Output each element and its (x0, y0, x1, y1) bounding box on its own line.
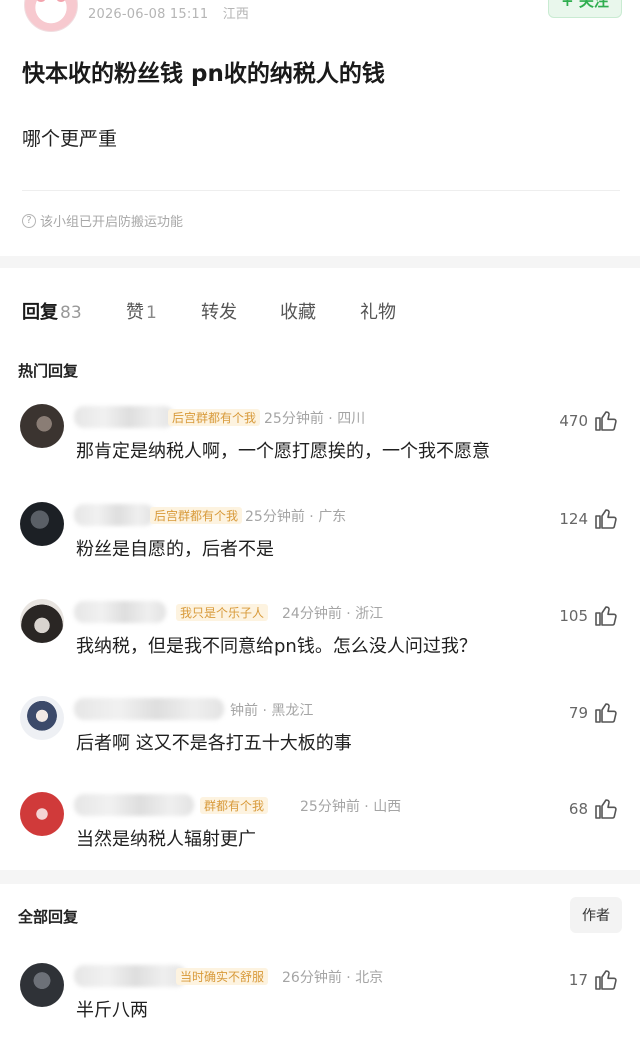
comment-location: 山西 (373, 799, 402, 815)
comment-text: 后者啊 这又不是各打五十大板的事 (76, 733, 352, 754)
avatar[interactable] (20, 696, 64, 740)
tab-label: 赞 (126, 302, 144, 323)
comment-meta: 26分钟前 · 北京 (282, 970, 384, 986)
username-blurred (74, 965, 186, 987)
tab-label: 回复 (22, 302, 58, 323)
comment-text: 我纳税，但是我不同意给pn钱。怎么没人问过我？ (76, 636, 477, 657)
like-count: 105 (559, 607, 588, 625)
like-count: 17 (568, 971, 588, 989)
question-circle-icon: ? (22, 213, 36, 228)
user-badge: 后宫群都有个我 (168, 409, 261, 426)
tab-reposts[interactable]: 转发 (201, 298, 237, 324)
thumbs-up-icon[interactable] (594, 603, 618, 627)
author-filter-button[interactable]: 作者 (570, 897, 622, 933)
thumbs-up-icon[interactable] (594, 506, 618, 530)
username-blurred (74, 698, 224, 720)
tab-likes[interactable]: 赞1 (126, 298, 157, 324)
avatar[interactable] (20, 963, 64, 1007)
interaction-tabs: 回复 83 赞1 转发 收藏 礼物 (0, 268, 640, 348)
comment-location: 四川 (337, 411, 366, 427)
comment-location: 黑龙江 (271, 703, 314, 719)
like-count: 470 (559, 412, 588, 430)
comment-location: 广东 (318, 509, 347, 525)
comment-text: 那肯定是纳税人啊，一个愿打愿挨的，一个我不愿意 (76, 441, 490, 462)
comment-time: 25分钟前 (245, 509, 305, 525)
like-count: 79 (568, 704, 588, 722)
thumbs-up-icon[interactable] (594, 796, 618, 820)
thumbs-up-icon[interactable] (594, 967, 618, 991)
post-meta: 2026-06-08 15:11 江西 (88, 3, 249, 22)
tab-gifts[interactable]: 礼物 (360, 298, 396, 324)
comment-meta: 钟前 · 黑龙江 (230, 703, 314, 719)
user-badge: 当时确实不舒服 (176, 968, 269, 985)
avatar[interactable] (20, 599, 64, 643)
username-blurred (74, 406, 174, 428)
user-badge: 后宫群都有个我 (150, 507, 243, 524)
post-title: 快本收的粉丝钱 pn收的纳税人的钱 (22, 61, 385, 87)
comment-time: 24分钟前 (282, 606, 342, 622)
all-replies-title: 全部回复 (18, 908, 79, 926)
avatar[interactable] (20, 792, 64, 836)
comment-time: 25分钟前 (264, 411, 324, 427)
comment-text: 半斤八两 (76, 1000, 148, 1021)
poster-avatar[interactable] (24, 0, 78, 32)
comment-time: 26分钟前 (282, 970, 342, 986)
username-blurred (74, 794, 194, 816)
comment-meta: 25分钟前 · 四川 (264, 411, 366, 427)
avatar[interactable] (20, 404, 64, 448)
post-body: 哪个更严重 (22, 128, 118, 150)
user-badge: 我只是个乐子人 (176, 604, 269, 621)
anti-repost-notice: ? 该小组已开启防搬运功能 (22, 211, 183, 230)
comment-meta: 25分钟前 · 山西 (300, 799, 402, 815)
post-card: 2026-06-08 15:11 江西 + 关注 快本收的粉丝钱 pn收的纳税人… (0, 0, 640, 256)
tab-label: 收藏 (280, 302, 316, 323)
thumbs-up-icon[interactable] (594, 408, 618, 432)
comment-location: 北京 (355, 970, 384, 986)
divider (22, 190, 620, 191)
section-gap (0, 256, 640, 268)
comment-time: 钟前 (230, 703, 258, 719)
tab-count: 83 (60, 303, 82, 323)
notice-text: 该小组已开启防搬运功能 (40, 215, 184, 230)
like-count: 68 (568, 800, 588, 818)
comment-text: 当然是纳税人辐射更广 (76, 829, 256, 850)
follow-button[interactable]: + 关注 (548, 0, 622, 18)
comment-time: 25分钟前 (300, 799, 360, 815)
post-location: 江西 (222, 7, 250, 22)
hot-replies-title: 热门回复 (18, 362, 79, 380)
comment-meta: 24分钟前 · 浙江 (282, 606, 384, 622)
username-blurred (74, 504, 154, 526)
section-gap (0, 870, 640, 884)
tab-replies[interactable]: 回复 83 (22, 298, 82, 324)
comment-text: 粉丝是自愿的，后者不是 (76, 539, 274, 560)
user-badge: 群都有个我 (200, 797, 269, 814)
tab-label: 礼物 (360, 302, 396, 323)
post-datetime: 2026-06-08 15:11 (88, 7, 209, 22)
username-blurred (74, 601, 166, 623)
thumbs-up-icon[interactable] (594, 700, 618, 724)
comment-location: 浙江 (355, 606, 384, 622)
comment-meta: 25分钟前 · 广东 (245, 509, 347, 525)
tab-label: 转发 (201, 302, 237, 323)
avatar[interactable] (20, 502, 64, 546)
tab-count: 1 (146, 303, 157, 323)
like-count: 124 (559, 510, 588, 528)
tab-favorites[interactable]: 收藏 (280, 298, 316, 324)
